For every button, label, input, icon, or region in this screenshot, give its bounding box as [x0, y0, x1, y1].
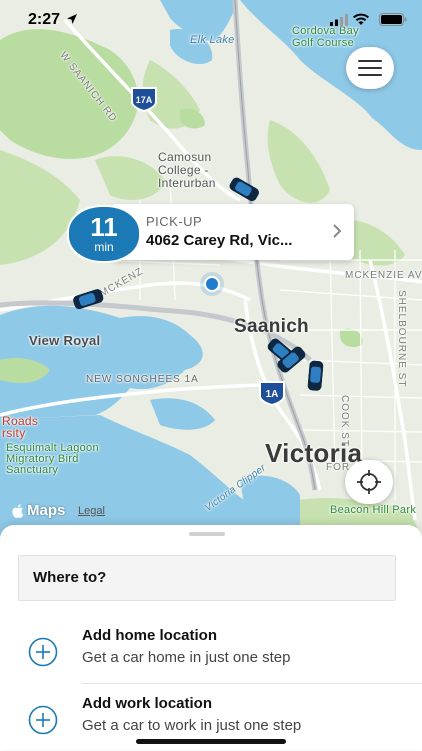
location-title: Add work location	[82, 695, 213, 712]
destination-search-label: Where to?	[33, 569, 107, 586]
menu-button[interactable]	[346, 47, 394, 89]
map-label-shelbourne: SHELBOURNE ST	[396, 290, 407, 388]
wifi-icon	[353, 13, 369, 25]
status-time: 2:27	[28, 11, 61, 28]
eta-badge: 11 min	[67, 205, 141, 263]
pickup-label: PICK-UP	[146, 214, 203, 229]
home-indicator	[136, 739, 286, 744]
map-label-saanich: Saanich	[234, 316, 309, 337]
crosshair-locate-icon	[357, 470, 381, 494]
hamburger-menu-icon	[358, 60, 382, 76]
locate-me-button[interactable]	[345, 460, 393, 504]
svg-text:1A: 1A	[266, 389, 279, 400]
location-arrow-icon	[67, 14, 77, 24]
cellular-signal-icon	[330, 14, 348, 26]
location-title: Add home location	[82, 627, 217, 644]
highway-17a-shield: 17A	[130, 86, 158, 117]
taxi-car-icon	[302, 360, 324, 392]
sheet-grabber[interactable]	[189, 532, 225, 536]
plus-circle-icon	[28, 637, 58, 667]
map-label-esquimalt-3: Sanctuary	[6, 464, 59, 476]
apple-logo-icon	[12, 503, 24, 518]
chevron-right-icon	[333, 224, 342, 238]
map-label-camosun-1: Camosun	[158, 150, 212, 164]
eta-value: 11	[90, 212, 118, 242]
apple-maps-logo: Maps	[12, 502, 65, 519]
map-label-view-royal: View Royal	[29, 333, 101, 348]
eta-unit: min	[94, 240, 114, 254]
pickup-address: 4062 Carey Rd, Vic...	[146, 232, 293, 249]
bottom-sheet: Where to? Add home location Get a car ho…	[0, 525, 422, 750]
plus-circle-icon	[28, 705, 58, 735]
pickup-location-card[interactable]: PICK-UP 4062 Carey Rd, Vic...	[110, 204, 354, 260]
destination-search-field[interactable]: Where to?	[18, 555, 396, 601]
map-label-cook-st: COOK ST	[339, 395, 350, 448]
legal-link[interactable]: Legal	[78, 505, 105, 517]
map-label-camosun-2: College -	[158, 163, 209, 177]
map-label-beacon-hill-park: Beacon Hill Park	[330, 504, 417, 516]
location-subtitle: Get a car home in just one step	[82, 649, 291, 666]
map-label-new-songhees: NEW SONGHEES 1A	[86, 374, 199, 385]
battery-icon	[379, 13, 407, 26]
current-location-dot	[204, 276, 220, 292]
map-label-mckenzie-ave: MCKENZIE AVE	[345, 270, 422, 281]
highway-1a-shield: 1A	[258, 380, 286, 411]
map-label-rsity: rsity	[2, 426, 26, 440]
status-bar: 2:27	[0, 0, 422, 40]
add-home-location-row[interactable]: Add home location Get a car home in just…	[0, 621, 422, 683]
location-subtitle: Get a car to work in just one step	[82, 717, 302, 734]
svg-text:17A: 17A	[136, 95, 153, 105]
row-divider	[82, 683, 422, 684]
map-label-camosun-3: Interurban	[158, 176, 216, 190]
